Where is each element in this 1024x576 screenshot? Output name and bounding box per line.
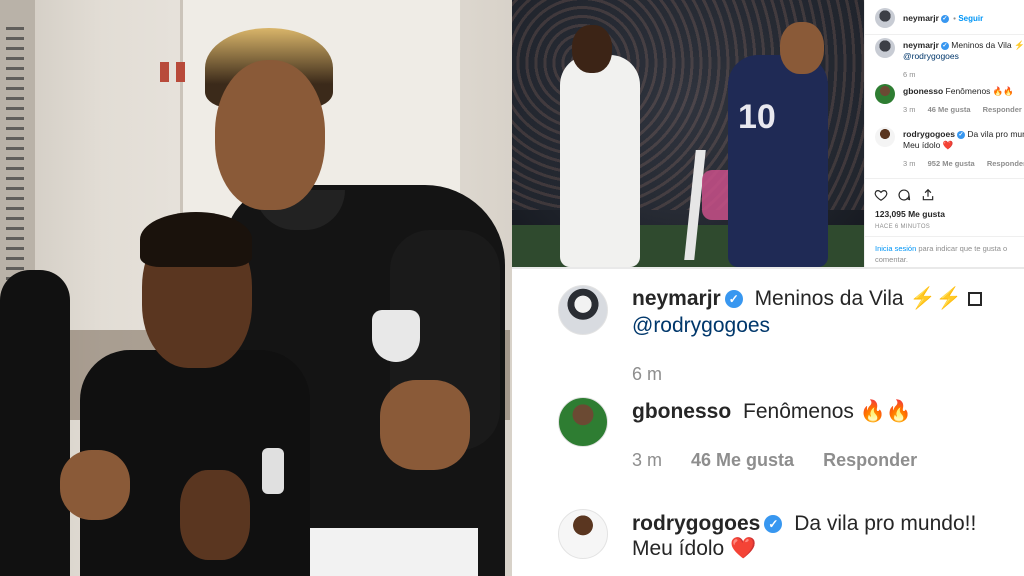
missing-glyph-box [967, 292, 982, 306]
comment-meta-rodrygogoes: 3 m 952 Me gusta Responder [903, 159, 1024, 168]
comment-username[interactable]: rodrygogoes [903, 129, 955, 139]
comment-emoji: 🔥🔥 [992, 86, 1014, 96]
jersey-number: 10 [738, 98, 776, 136]
zoom-gbonesso-line: gbonesso Fenômenos 🔥🔥 [632, 400, 912, 424]
zoom-rodrygogoes-avatar[interactable] [558, 509, 608, 559]
comment-meta-gbonesso: 3 m 46 Me gusta Responder [903, 105, 1022, 114]
zoom-rodrygogoes-line: rodrygogoes ✓ Da vila pro mundo!! [632, 512, 976, 536]
comment-text-line2: Meu ídolo [903, 140, 941, 150]
comment-line-rodrygogoes: rodrygogoes✓ Da vila pro mundo!! [903, 129, 1024, 139]
follow-button[interactable]: Seguir [958, 14, 983, 23]
reply-button[interactable]: Responder [987, 159, 1024, 168]
instagram-post-panel: neymarjr ✓ • Seguir neymarjr ✓ Meninos da … [864, 0, 1024, 267]
login-prompt: Inicia sesión para indicar que te gusta … [875, 243, 1024, 265]
comment-age: 3 m [903, 105, 916, 114]
zoom-caption-line: neymarjr ✓ Meninos da Vila ⚡⚡ [632, 287, 982, 311]
wall-sign [176, 62, 185, 82]
verified-badge-icon: ✓ [956, 130, 965, 139]
author-avatar[interactable] [875, 8, 895, 28]
white-pants [288, 528, 478, 576]
caption-username[interactable]: neymarjr [903, 40, 939, 50]
actions-divider [865, 178, 1024, 179]
person-edge [0, 270, 70, 576]
blue-kit-player-head [780, 22, 824, 74]
comment-icon[interactable] [897, 188, 911, 202]
comment-likes[interactable]: 46 Me gusta [928, 105, 971, 114]
zoomed-comments: neymarjr ✓ Meninos da Vila ⚡⚡ @rodrygogoe… [512, 267, 1024, 576]
zoom-comment-age: 3 m [632, 450, 663, 470]
likes-count[interactable]: 123,095 Me gusta [875, 209, 945, 219]
caption-mention[interactable]: @rodrygogoes [903, 51, 959, 61]
verified-badge-icon: ✓ [940, 41, 949, 50]
comment-age: 3 m [903, 159, 916, 168]
zoom-reply-button[interactable]: Responder [823, 450, 917, 470]
separator: • [953, 14, 956, 23]
comment-username[interactable]: gbonesso [903, 86, 943, 96]
verified-badge-icon: ✓ [724, 290, 743, 308]
comment-likes[interactable]: 952 Me gusta [928, 159, 975, 168]
heart-emoji: ❤️ [942, 140, 954, 150]
zoom-rodrygogoes-text: Da vila pro mundo!! [794, 512, 977, 535]
caption-text: Meninos da Vila [951, 40, 1012, 50]
wall-cables [6, 20, 24, 280]
zoom-fire-emoji: 🔥🔥 [859, 400, 913, 423]
photo-match: 10 [512, 0, 864, 267]
caption-line: neymarjr✓ Meninos da Vila ⚡⚡ [903, 40, 1024, 51]
photo-neymar-rodrygo-santos [0, 0, 512, 576]
author-username-text[interactable]: neymarjr [903, 13, 939, 23]
reply-button[interactable]: Responder [983, 105, 1022, 114]
comment-text: Da vila pro mundo!! [967, 129, 1024, 139]
comment-text: Fenômenos [945, 86, 991, 96]
wall-sign [160, 62, 169, 82]
heart-icon[interactable] [874, 188, 888, 202]
zoom-caption-text: Meninos da Vila [754, 287, 904, 310]
zoom-gbonesso-username[interactable]: gbonesso [632, 400, 731, 423]
thumbs-up-hand [380, 380, 470, 470]
comment-line2: Meu ídolo ❤️ [903, 140, 953, 151]
zoom-gbonesso-meta: 3 m 46 Me gusta Responder [632, 450, 917, 471]
verified-badge-icon: ✓ [940, 14, 949, 23]
santos-crest-small [262, 448, 284, 494]
zoom-caption-emoji: ⚡⚡ [909, 287, 962, 310]
caption-avatar[interactable] [875, 38, 895, 58]
login-divider [865, 236, 1024, 237]
author-username[interactable]: neymarjr ✓ • Seguir [903, 13, 983, 23]
zoom-rodrygogoes-line2: Meu ídolo ❤️ [632, 537, 756, 561]
white-kit-player-head [572, 25, 612, 73]
boy-hair [140, 212, 252, 267]
zoom-caption-mention[interactable]: @rodrygogoes [632, 314, 770, 338]
zoom-heart-emoji: ❤️ [730, 537, 757, 560]
post-timestamp: HACE 6 MINUTOS [875, 224, 931, 230]
blue-kit-player [728, 55, 828, 267]
zoom-caption-age: 6 m [632, 364, 663, 384]
comment-avatar-rodrygogoes[interactable] [875, 127, 895, 147]
tall-player-head [215, 60, 325, 210]
login-link[interactable]: Inicia sesión [875, 244, 916, 253]
boy-thumbs-up-hand [180, 470, 250, 560]
zoom-author-avatar[interactable] [558, 285, 608, 335]
zoom-rodrygogoes-text-line2: Meu ídolo [632, 537, 725, 560]
zoom-rodrygogoes-username[interactable]: rodrygogoes [632, 512, 760, 535]
caption-emoji: ⚡⚡ [1014, 40, 1024, 50]
comment-avatar-gbonesso[interactable] [875, 84, 895, 104]
zoom-gbonesso-avatar[interactable] [558, 397, 608, 447]
caption-age: 6 m [903, 70, 916, 79]
share-icon[interactable] [921, 188, 935, 202]
zoom-author-username[interactable]: neymarjr [632, 287, 721, 310]
verified-badge-icon: ✓ [764, 515, 783, 533]
santos-crest [372, 310, 420, 362]
zoom-comment-likes[interactable]: 46 Me gusta [691, 450, 794, 470]
hand-on-shoulder [60, 450, 130, 520]
white-kit-player [560, 55, 640, 267]
comment-line-gbonesso: gbonesso Fenômenos 🔥🔥 [903, 86, 1014, 97]
zoom-gbonesso-text: Fenômenos [743, 400, 854, 423]
header-divider [865, 34, 1024, 35]
